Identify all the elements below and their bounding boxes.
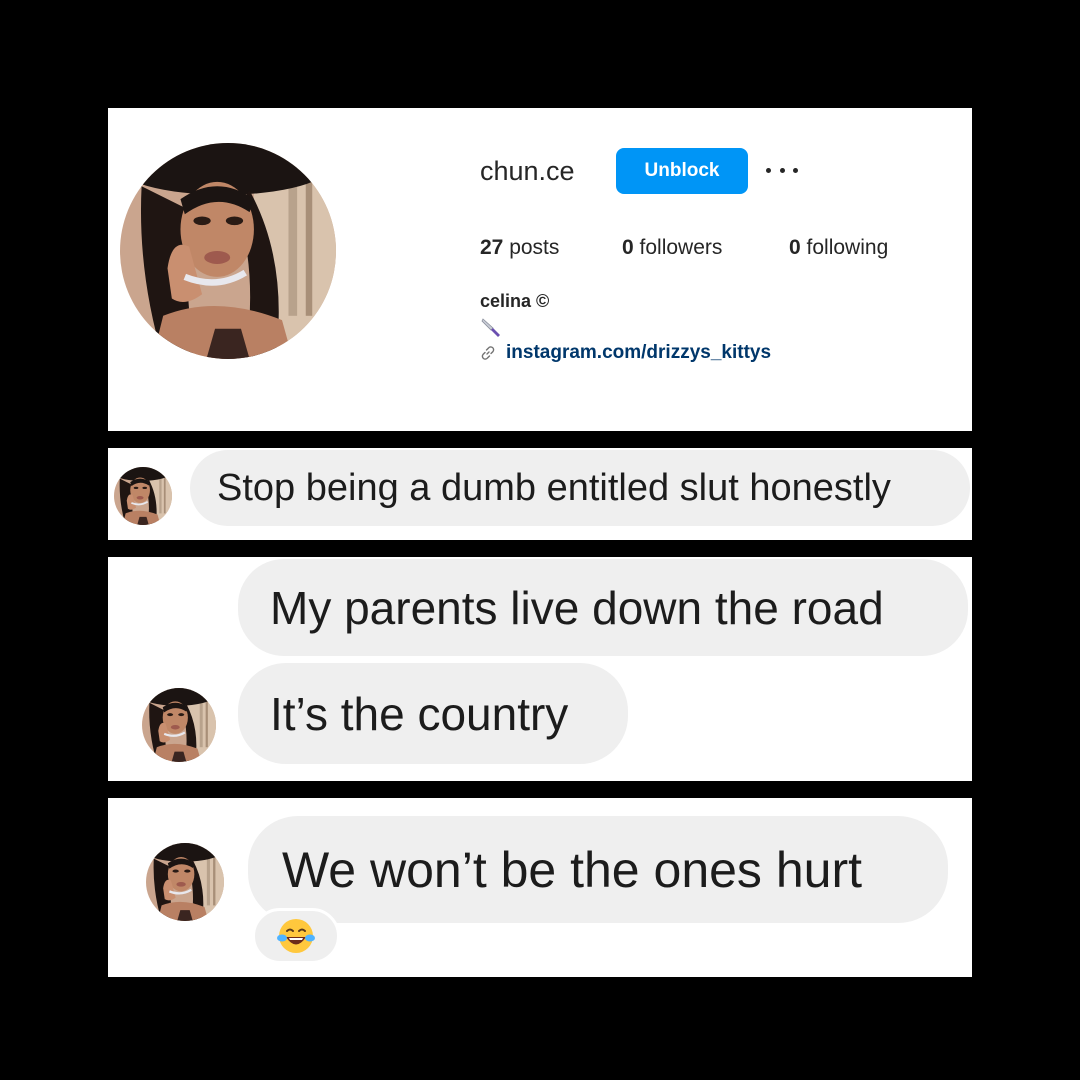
message-panel-2: My parents live down the road It’s the c… — [108, 557, 972, 781]
following-label: following — [806, 236, 889, 259]
posts-count: 27 — [480, 236, 504, 259]
knife-emoji-icon — [481, 318, 500, 337]
profile-photo — [120, 143, 336, 359]
bio-link-text: instagram.com/drizzys_kittys — [506, 342, 772, 363]
sender-avatar[interactable] — [114, 467, 172, 525]
more-options-icon[interactable] — [764, 160, 800, 180]
sender-avatar[interactable] — [142, 688, 216, 762]
bio-name: celina © — [480, 291, 550, 311]
followers-stat[interactable]: 0 followers — [622, 236, 722, 260]
following-stat[interactable]: 0 following — [789, 236, 888, 260]
message-panel-3: We won’t be the ones hurt — [108, 798, 972, 977]
sender-photo — [114, 467, 172, 525]
message-bubble[interactable]: Stop being a dumb entitled slut honestly — [190, 450, 970, 526]
sender-photo — [142, 688, 216, 762]
message-panel-1: Stop being a dumb entitled slut honestly — [108, 448, 972, 540]
message-reaction[interactable] — [252, 908, 340, 964]
followers-count: 0 — [622, 236, 634, 259]
message-bubble[interactable]: It’s the country — [238, 663, 628, 764]
posts-label: posts — [509, 236, 560, 259]
posts-stat[interactable]: 27 posts — [480, 236, 559, 260]
profile-card: chun.ce Unblock 27 posts 0 followers 0 f… — [108, 108, 972, 431]
laughing-tears-emoji-icon — [277, 919, 315, 953]
unblock-button[interactable]: Unblock — [616, 148, 748, 194]
message-bubble[interactable]: My parents live down the road — [238, 559, 968, 656]
following-count: 0 — [789, 236, 801, 259]
profile-username: chun.ce — [480, 156, 575, 186]
sender-avatar[interactable] — [146, 843, 224, 921]
message-bubble[interactable]: We won’t be the ones hurt — [248, 816, 948, 923]
profile-avatar[interactable] — [120, 143, 336, 359]
sender-photo — [146, 843, 224, 921]
followers-label: followers — [639, 236, 723, 259]
link-icon — [481, 346, 495, 360]
bio-link[interactable]: instagram.com/drizzys_kittys — [480, 342, 771, 364]
